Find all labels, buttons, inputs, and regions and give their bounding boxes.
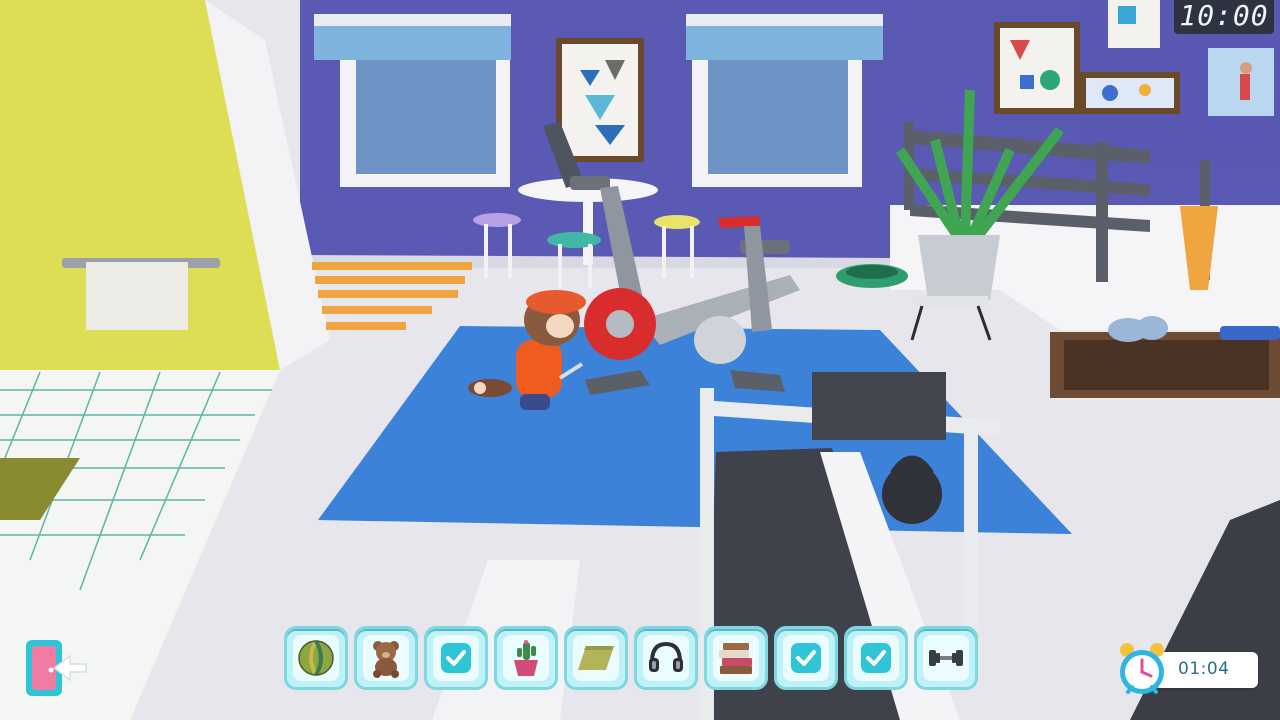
book-stack-icon — [719, 643, 752, 674]
headphones-icon — [649, 641, 683, 672]
checkmark-icon — [861, 643, 891, 673]
item-slot-potted-cactus[interactable] — [494, 626, 558, 690]
item-slot-completed-3[interactable] — [844, 626, 908, 690]
checkmark-icon — [441, 643, 471, 673]
beach-ball-icon — [298, 639, 334, 677]
yoga-mat-icon — [578, 646, 614, 670]
game-scene — [0, 0, 1280, 720]
item-slot-headphones[interactable] — [634, 626, 698, 690]
potted-cactus-icon — [514, 640, 538, 676]
countdown-timer: 01:04 — [1114, 640, 1260, 700]
item-tray — [284, 626, 1000, 690]
alarm-clock-icon — [1120, 643, 1164, 694]
item-slot-completed-2[interactable] — [774, 626, 838, 690]
item-slot-yoga-mat[interactable] — [564, 626, 628, 690]
item-slot-teddy-bear[interactable] — [354, 626, 418, 690]
exit-button[interactable] — [24, 638, 90, 698]
dumbbell-icon — [929, 650, 963, 666]
teddy-bear-icon — [373, 641, 399, 678]
item-slot-beach-ball[interactable] — [284, 626, 348, 690]
timer-value: 01:04 — [1178, 659, 1230, 679]
checkmark-icon — [791, 643, 821, 673]
item-slot-book-stack[interactable] — [704, 626, 768, 690]
exit-door-icon — [26, 640, 87, 696]
item-slot-completed-1[interactable] — [424, 626, 488, 690]
item-slot-dumbbell[interactable] — [914, 626, 978, 690]
